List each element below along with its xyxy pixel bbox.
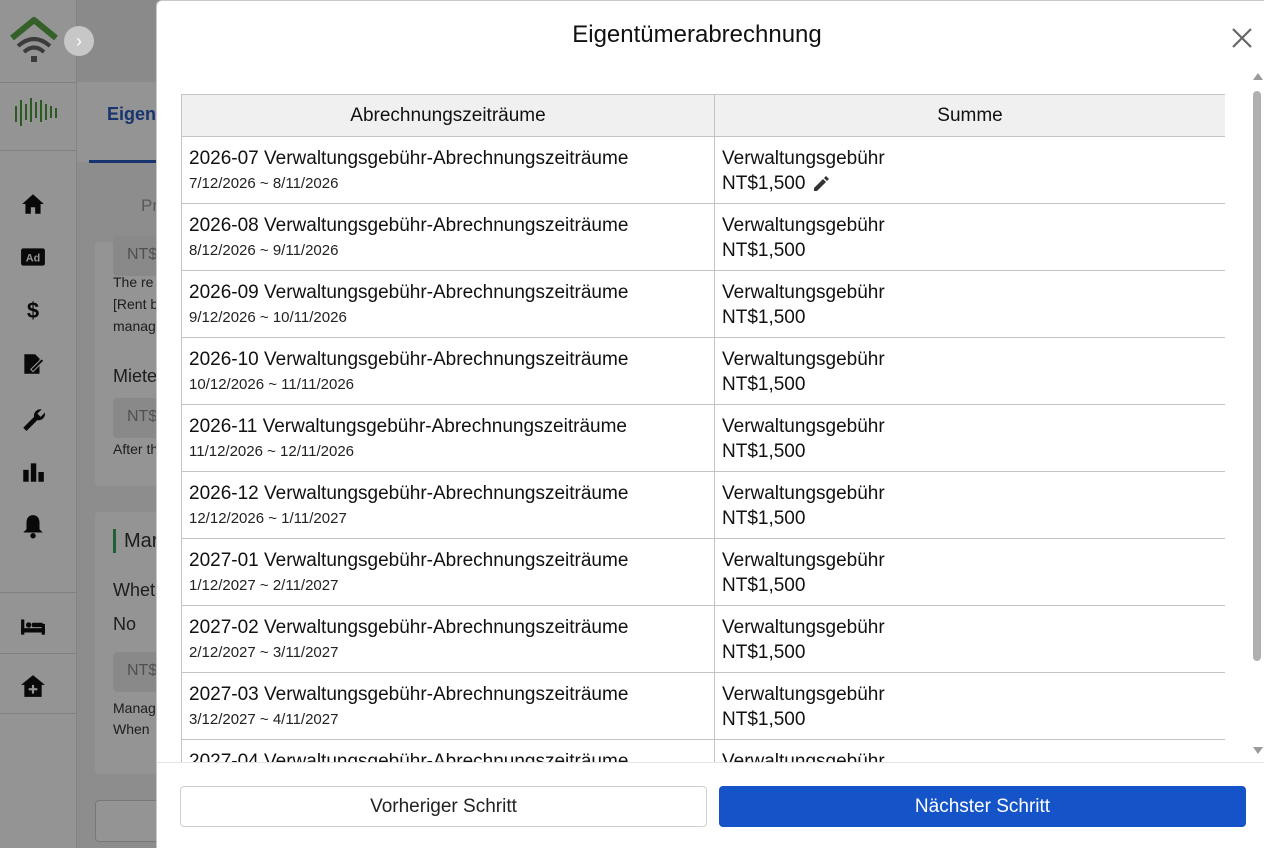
period-range: 9/12/2026 ~ 10/11/2026 bbox=[189, 309, 347, 326]
scroll-down-arrow-icon[interactable] bbox=[1253, 747, 1263, 754]
statement-table: Abrechnungszeiträume Summe 2026-07 Verwa… bbox=[181, 94, 1225, 762]
table-row: 2027-04 Verwaltungsgebühr-Abrechnungszei… bbox=[181, 739, 1225, 762]
fee-label: Verwaltungsgebühr bbox=[722, 483, 885, 504]
table-row: 2027-03 Verwaltungsgebühr-Abrechnungszei… bbox=[181, 672, 1225, 740]
column-header-sum: Summe bbox=[714, 94, 1225, 137]
fee-label: Verwaltungsgebühr bbox=[722, 148, 885, 169]
fee-label: Verwaltungsgebühr bbox=[722, 684, 885, 705]
period-range: 12/12/2026 ~ 1/11/2027 bbox=[189, 510, 347, 527]
period-title: 2027-03 Verwaltungsgebühr-Abrechnungszei… bbox=[189, 684, 629, 705]
fee-amount: NT$1,500 bbox=[722, 173, 806, 194]
close-icon[interactable] bbox=[1227, 23, 1257, 53]
table-row: 2026-12 Verwaltungsgebühr-Abrechnungszei… bbox=[181, 471, 1225, 539]
table-row: 2026-07 Verwaltungsgebühr-Abrechnungszei… bbox=[181, 136, 1225, 204]
period-title: 2026-10 Verwaltungsgebühr-Abrechnungszei… bbox=[189, 349, 629, 370]
table-row: 2026-11 Verwaltungsgebühr-Abrechnungszei… bbox=[181, 404, 1225, 472]
table-scrollbar[interactable] bbox=[1251, 71, 1263, 761]
fee-amount: NT$1,500 bbox=[722, 307, 806, 328]
modal-title: Eigentümerabrechnung bbox=[572, 21, 822, 48]
table-row: 2027-02 Verwaltungsgebühr-Abrechnungszei… bbox=[181, 605, 1225, 673]
period-title: 2027-04 Verwaltungsgebühr-Abrechnungszei… bbox=[189, 751, 629, 762]
owner-statement-modal: Eigentümerabrechnung Abrechnungszeiträum… bbox=[156, 0, 1264, 848]
period-range: 11/12/2026 ~ 12/11/2026 bbox=[189, 443, 355, 460]
table-header-row: Abrechnungszeiträume Summe bbox=[181, 94, 1225, 137]
table-row: 2026-08 Verwaltungsgebühr-Abrechnungszei… bbox=[181, 203, 1225, 271]
fee-amount: NT$1,500 bbox=[722, 642, 806, 663]
period-range: 1/12/2027 ~ 2/11/2027 bbox=[189, 577, 339, 594]
period-range: 8/12/2026 ~ 9/11/2026 bbox=[189, 242, 339, 259]
period-range: 7/12/2026 ~ 8/11/2026 bbox=[189, 175, 339, 192]
table-row: 2026-10 Verwaltungsgebühr-Abrechnungszei… bbox=[181, 337, 1225, 405]
pencil-edit-icon[interactable] bbox=[811, 174, 831, 194]
period-title: 2027-01 Verwaltungsgebühr-Abrechnungszei… bbox=[189, 550, 629, 571]
fee-amount: NT$1,500 bbox=[722, 374, 806, 395]
fee-label: Verwaltungsgebühr bbox=[722, 349, 885, 370]
statement-table-container: Abrechnungszeiträume Summe 2026-07 Verwa… bbox=[181, 94, 1225, 762]
table-row: 2026-09 Verwaltungsgebühr-Abrechnungszei… bbox=[181, 270, 1225, 338]
period-title: 2026-08 Verwaltungsgebühr-Abrechnungszei… bbox=[189, 215, 629, 236]
fee-label: Verwaltungsgebühr bbox=[722, 751, 885, 762]
fee-amount: NT$1,500 bbox=[722, 575, 806, 596]
fee-label: Verwaltungsgebühr bbox=[722, 617, 885, 638]
period-range: 2/12/2027 ~ 3/11/2027 bbox=[189, 644, 339, 661]
fee-amount: NT$1,500 bbox=[722, 709, 806, 730]
fee-label: Verwaltungsgebühr bbox=[722, 282, 885, 303]
fee-amount: NT$1,500 bbox=[722, 508, 806, 529]
modal-footer: Vorheriger Schritt Nächster Schritt bbox=[157, 762, 1264, 848]
table-row: 2027-01 Verwaltungsgebühr-Abrechnungszei… bbox=[181, 538, 1225, 606]
period-title: 2026-11 Verwaltungsgebühr-Abrechnungszei… bbox=[189, 416, 627, 437]
fee-label: Verwaltungsgebühr bbox=[722, 550, 885, 571]
fee-amount: NT$1,500 bbox=[722, 240, 806, 261]
period-title: 2026-12 Verwaltungsgebühr-Abrechnungszei… bbox=[189, 483, 629, 504]
scroll-thumb[interactable] bbox=[1253, 91, 1261, 661]
period-range: 3/12/2027 ~ 4/11/2027 bbox=[189, 711, 339, 728]
period-title: 2026-07 Verwaltungsgebühr-Abrechnungszei… bbox=[189, 148, 629, 169]
scroll-up-arrow-icon[interactable] bbox=[1253, 73, 1263, 80]
next-step-button[interactable]: Nächster Schritt bbox=[719, 786, 1246, 827]
fee-amount: NT$1,500 bbox=[722, 441, 806, 462]
previous-step-button[interactable]: Vorheriger Schritt bbox=[180, 786, 707, 827]
column-header-periods: Abrechnungszeiträume bbox=[181, 94, 715, 137]
period-title: 2026-09 Verwaltungsgebühr-Abrechnungszei… bbox=[189, 282, 629, 303]
fee-amount-row: NT$1,500 bbox=[722, 172, 1218, 196]
sidebar-toggle-chevron-icon[interactable]: › bbox=[64, 26, 94, 56]
period-title: 2027-02 Verwaltungsgebühr-Abrechnungszei… bbox=[189, 617, 629, 638]
fee-label: Verwaltungsgebühr bbox=[722, 416, 885, 437]
fee-label: Verwaltungsgebühr bbox=[722, 215, 885, 236]
period-range: 10/12/2026 ~ 11/11/2026 bbox=[189, 376, 355, 393]
